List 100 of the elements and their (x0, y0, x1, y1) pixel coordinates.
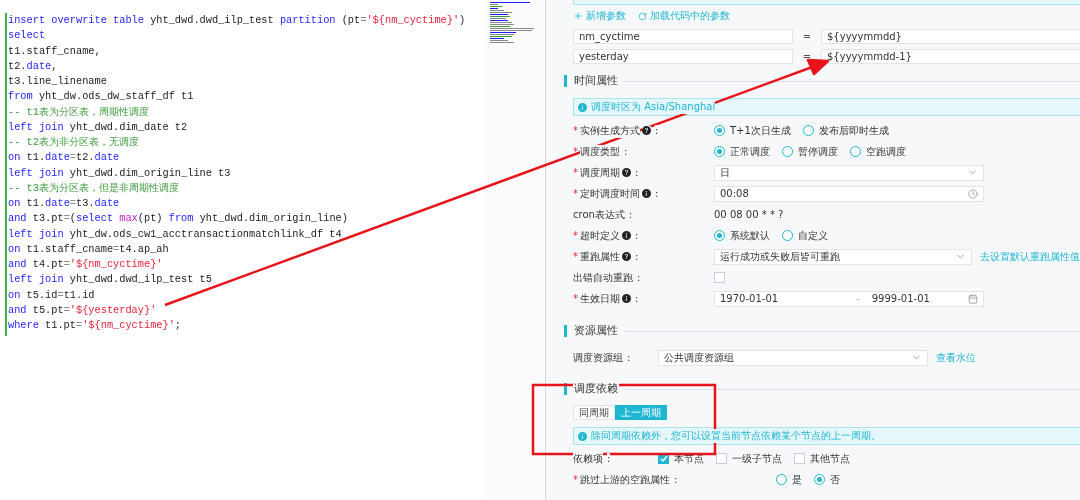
field-label: 调度资源组 (573, 350, 623, 365)
required-mark: * (573, 188, 578, 199)
equals-sign: = (801, 30, 813, 42)
end-date: 9999-01-01 (871, 293, 930, 304)
code-line: and t5.pt='${yesterday}' (8, 302, 158, 318)
help-icon (622, 168, 631, 177)
code-line: t2.date, (8, 58, 59, 74)
required-mark: * (573, 293, 578, 304)
radio-option[interactable]: 暂停调度 (782, 144, 838, 159)
field-label: 重跑属性 (580, 249, 620, 264)
field-label: 定时调度时间 (580, 186, 640, 201)
clock-icon (968, 188, 978, 199)
select-field[interactable]: 公共调度资源组 (658, 349, 928, 366)
code-line: and t3.pt=(select max(pt) from yht_dwd.dim_origin_line) (8, 211, 349, 227)
required-mark: * (573, 230, 578, 241)
info-icon (578, 102, 587, 112)
required-mark: * (573, 146, 578, 157)
refresh-icon (638, 11, 647, 21)
code-line: -- t3表为分区表，但是非周期性调度 (8, 180, 180, 196)
info-icon (622, 231, 631, 240)
code-line: left join yht_dwd.dwd_ilp_test t5 (8, 272, 213, 288)
field-label: 实例生成方式 (580, 123, 640, 138)
notice-text: 调度时区为 Asia/Shanghai (591, 100, 716, 114)
code-line: on t1.date=t2.date (8, 150, 121, 166)
checkbox-option[interactable]: 本节点 (658, 451, 704, 466)
label-colon: : (655, 125, 659, 136)
section-title: 资源属性 (573, 323, 619, 339)
field-label: 调度类型 (580, 144, 620, 159)
required-mark: * (573, 251, 578, 262)
radio-option[interactable]: 自定义 (782, 228, 828, 243)
cron-expression: 00 08 00 * * ? (714, 209, 784, 220)
period-tab[interactable]: 同周期 (573, 405, 615, 420)
checkbox[interactable] (658, 453, 669, 464)
code-line: left join yht_dwd.dim_origin_line t3 (8, 165, 232, 181)
radio-option[interactable]: 发布后即时生成 (802, 123, 889, 138)
radio-button[interactable] (782, 230, 793, 241)
radio-option[interactable]: 空跑调度 (850, 144, 906, 159)
section-title: 调度依赖 (573, 381, 619, 397)
code-line: select (8, 28, 47, 44)
code-line: and t4.pt='${nm_cyctime}' (8, 257, 164, 272)
radio-button[interactable] (714, 146, 725, 157)
field-label: 出错自动重跑 (573, 270, 633, 285)
checkbox[interactable] (794, 453, 805, 464)
field-label: 生效日期 (580, 291, 620, 306)
radio-button[interactable] (802, 125, 814, 136)
checkbox-option[interactable]: 一级子节点 (716, 451, 782, 466)
info-icon (622, 294, 631, 303)
code-line: t1.staff_cname, (8, 43, 102, 59)
plus-icon (573, 11, 583, 21)
radio-option[interactable]: 否 (814, 472, 840, 487)
radio-option[interactable]: 是 (776, 472, 802, 487)
radio-button[interactable] (714, 125, 725, 136)
radio-option[interactable]: 系统默认 (714, 228, 770, 243)
code-line: left join yht_dw.ods_cw1_acctransactionmatchlink_df t4 (8, 226, 343, 242)
equals-sign: = (801, 50, 813, 62)
checkbox[interactable] (716, 453, 727, 464)
code-line: on t5.id=t1.id (8, 287, 96, 303)
code-line: -- t2表为非分区表，无调度 (8, 135, 140, 150)
radio-option[interactable]: T+1次日生成 (714, 123, 791, 138)
radio-button[interactable] (814, 474, 825, 485)
code-line: t3.line_linename (8, 74, 108, 89)
radio-button[interactable] (714, 230, 725, 241)
radio-option[interactable]: 正常调度 (714, 144, 770, 159)
time-field[interactable]: 00:08 (714, 185, 984, 202)
code-line: insert overwrite table yht_dwd.dwd_ilp_test partition (pt='${nm_cyctime}') (8, 13, 467, 28)
select-field[interactable]: 运行成功或失败后皆可重跑 (714, 248, 972, 265)
field-label: 跳过上游的空跑属性 (580, 472, 670, 487)
parameter-value-field[interactable]: ${yyyymmdd-1} (821, 48, 1080, 64)
required-mark: * (573, 167, 578, 178)
field-label: cron表达式 (573, 207, 625, 222)
info-icon (578, 431, 587, 441)
section-marker (564, 325, 567, 337)
radio-button[interactable] (776, 474, 787, 485)
section-title: 时间属性 (573, 73, 619, 89)
label-colon: : (607, 453, 611, 464)
calendar-icon (968, 293, 978, 304)
parameter-name-field[interactable]: nm_cyctime (573, 28, 793, 44)
radio-button[interactable] (782, 146, 793, 157)
section-marker (564, 75, 567, 87)
checkbox-option[interactable]: 其他节点 (794, 451, 850, 466)
parameter-name-field[interactable]: yesterday (573, 48, 793, 64)
section-marker (564, 383, 567, 395)
code-line: on t1.date=t3.date (8, 196, 121, 211)
help-icon (622, 252, 631, 261)
help-icon (642, 126, 651, 135)
select-field[interactable]: 日 (714, 164, 984, 181)
checkbox[interactable] (714, 272, 725, 283)
code-line: -- t1表为分区表，周期性调度 (8, 104, 150, 120)
code-line: on t1.staff_cname=t4.ap_ah (8, 241, 170, 257)
field-label: 超时定义 (580, 228, 620, 243)
radio-button[interactable] (850, 146, 861, 157)
code-line: from yht_dw.ods_dw_staff_df t1 (8, 89, 195, 105)
date-range-field[interactable]: 1970-01-01 - 9999-01-01 (714, 290, 984, 307)
code-line: where t1.pt='${nm_cyctime}'; (8, 318, 183, 333)
required-mark: * (573, 474, 578, 485)
parameter-value-field[interactable]: ${yyyymmdd} (821, 28, 1080, 44)
field-label: 依赖项 (573, 451, 603, 466)
date-separator: - (856, 293, 860, 304)
required-mark: * (573, 125, 578, 136)
code-line: left join yht_dwd.dim_date t2 (8, 119, 189, 135)
